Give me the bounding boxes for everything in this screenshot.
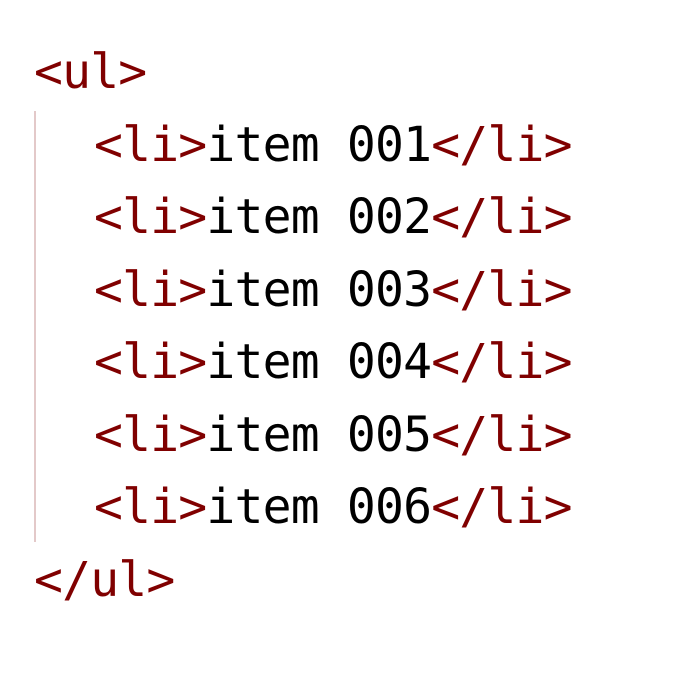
li-open-tag: <li>	[94, 334, 207, 390]
ul-open-line: <ul>	[34, 36, 572, 109]
li-close-tag: </li>	[431, 334, 572, 390]
li-text: item 005	[206, 406, 432, 463]
ul-close-line: </ul>	[34, 544, 572, 617]
li-close-tag: </li>	[431, 189, 572, 245]
indent-guide	[34, 110, 36, 542]
list-item-line: <li>item 006</li>	[94, 471, 573, 544]
list-item-line: <li>item 001</li>	[94, 109, 573, 182]
li-text: item 002	[206, 189, 432, 245]
li-close-tag: </li>	[431, 406, 572, 463]
list-item-line: <li>item 002</li>	[94, 181, 573, 254]
li-open-tag: <li>	[94, 479, 207, 535]
li-open-tag: <li>	[94, 261, 207, 318]
li-text: item 006	[206, 479, 432, 535]
li-open-tag: <li>	[94, 189, 207, 245]
list-items-block: <li>item 001</li> <li>item 002</li> <li>…	[34, 109, 573, 544]
list-item-line: <li>item 003</li>	[94, 254, 573, 327]
code-block: <ul> <li>item 001</li> <li>item 002</li>…	[34, 36, 573, 617]
list-item-line: <li>item 005</li>	[94, 399, 573, 472]
li-open-tag: <li>	[94, 406, 207, 463]
ul-open-tag: <ul>	[34, 44, 147, 100]
li-text: item 001	[206, 116, 432, 173]
li-close-tag: </li>	[431, 116, 572, 173]
li-open-tag: <li>	[94, 116, 207, 173]
li-text: item 004	[206, 334, 432, 390]
list-item-line: <li>item 004</li>	[94, 326, 573, 399]
ul-close-tag: </ul>	[34, 551, 175, 608]
li-text: item 003	[206, 261, 432, 318]
li-close-tag: </li>	[431, 261, 572, 318]
li-close-tag: </li>	[431, 479, 572, 535]
